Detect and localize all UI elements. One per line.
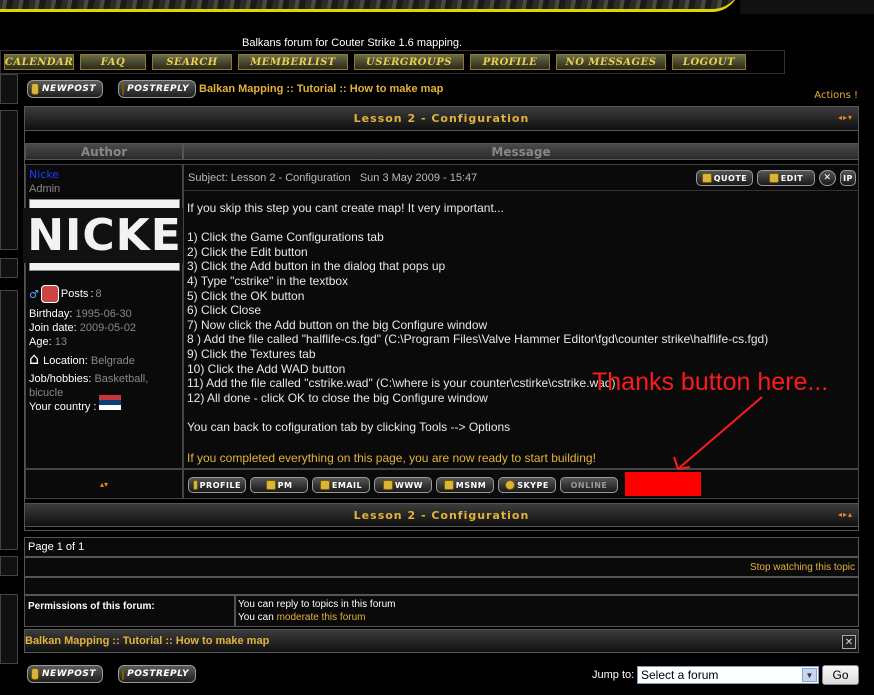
msn-icon	[443, 480, 454, 490]
breadcrumb-link[interactable]: Tutorial	[123, 635, 163, 647]
new-post-button[interactable]: NEWPOST	[27, 80, 103, 98]
profile-button[interactable]: PROFILE	[188, 477, 246, 493]
column-message: Message	[183, 143, 859, 160]
topic-title-bar: Lesson 2 - Configuration ◂▸▾	[25, 107, 858, 131]
delete-button[interactable]: ✕	[819, 170, 836, 186]
email-button[interactable]: EMAIL	[312, 477, 370, 493]
permission-reply: You can reply to topics in this forum	[238, 599, 396, 610]
menu-calendar[interactable]: CALENDAR	[4, 54, 74, 70]
post-footer-note: If you completed everything on this page…	[187, 451, 596, 465]
pm-button[interactable]: PM	[250, 477, 308, 493]
ip-icon: IP	[843, 173, 853, 183]
email-icon	[319, 480, 330, 490]
close-icon: ✕	[823, 173, 832, 183]
menu-memberlist[interactable]: MEMBERLIST	[238, 54, 348, 70]
breadcrumb-link[interactable]: Tutorial	[297, 83, 337, 95]
post-footer-arrows: ▴▾	[25, 469, 183, 499]
scroll-arrows-icon[interactable]: ▴▾	[100, 480, 108, 489]
topic-title-bar-bottom: Lesson 2 - Configuration ◂▸▴	[25, 503, 858, 527]
quote-icon	[701, 173, 712, 183]
msnm-button[interactable]: MSNM	[436, 477, 494, 493]
close-icon[interactable]: ✕	[842, 635, 856, 649]
menu-logout[interactable]: LOGOUT	[672, 54, 746, 70]
chevron-down-icon: ▼	[802, 668, 817, 682]
profile-icon	[193, 480, 198, 490]
pagination: Page 1 of 1	[28, 541, 85, 553]
menu-messages[interactable]: NO MESSAGES	[556, 54, 666, 70]
breadcrumb-link[interactable]: How to make map	[176, 635, 270, 647]
jump-to-label: Jump to:	[592, 669, 635, 681]
moderate-forum-link[interactable]: moderate this forum	[277, 612, 366, 623]
thanks-button-placeholder[interactable]	[625, 472, 701, 496]
stop-watching-link[interactable]: Stop watching this topic	[750, 562, 855, 573]
online-status-badge: ONLINE	[560, 477, 618, 493]
post-reply-button[interactable]: POSTREPLY	[118, 665, 196, 683]
www-button[interactable]: WWW	[374, 477, 432, 493]
edit-button[interactable]: EDIT	[757, 170, 815, 186]
avatar: NICKE	[23, 199, 186, 271]
skype-icon	[505, 480, 516, 490]
ip-button[interactable]: IP	[840, 170, 856, 186]
pm-icon	[265, 480, 276, 490]
skype-button[interactable]: SKYPE	[498, 477, 556, 493]
header-banner	[0, 0, 874, 14]
home-icon	[383, 480, 393, 490]
menu-profile[interactable]: PROFILE	[470, 54, 550, 70]
pagination-bar: Page 1 of 1	[24, 537, 859, 557]
post-reply-button[interactable]: POSTREPLY	[118, 80, 196, 98]
sidebar-stub	[0, 110, 18, 250]
banner-graphic	[0, 0, 740, 12]
column-author: Author	[25, 143, 183, 160]
author-username[interactable]: Nicke	[29, 168, 59, 181]
new-post-icon	[31, 668, 40, 680]
main-menu: CALENDAR FAQ SEARCH MEMBERLIST USERGROUP…	[0, 50, 785, 74]
user-status-icon	[40, 285, 59, 303]
author-panel: Nicke Admin NICKE ♂ Posts: 8 Birthday: 1…	[23, 164, 186, 469]
sidebar-stub	[0, 594, 18, 664]
breadcrumb: Balkan Mapping :: Tutorial :: How to mak…	[25, 635, 270, 647]
new-post-icon	[31, 83, 40, 95]
annotation-text: Thanks button here...	[592, 368, 829, 396]
breadcrumb: Balkan Mapping :: Tutorial :: How to mak…	[199, 83, 444, 95]
breadcrumb-link[interactable]: Balkan Mapping	[25, 635, 109, 647]
menu-search[interactable]: SEARCH	[152, 54, 232, 70]
quote-button[interactable]: QUOTE	[696, 170, 753, 186]
sidebar-stub	[0, 556, 18, 576]
author-rank: Admin	[29, 183, 61, 195]
go-button[interactable]: Go	[822, 665, 859, 685]
site-description: Balkans forum for Couter Strike 1.6 mapp…	[242, 37, 463, 49]
menu-faq[interactable]: FAQ	[80, 54, 146, 70]
breadcrumb-link[interactable]: Balkan Mapping	[199, 83, 283, 95]
permissions-label: Permissions of this forum:	[28, 601, 155, 612]
annotation-arrow	[673, 396, 763, 471]
spacer-row	[24, 577, 859, 595]
gender-icon: ♂	[29, 287, 39, 301]
jump-to-select[interactable]: Select a forum ▼	[637, 666, 819, 684]
sidebar-stub	[0, 258, 18, 278]
reply-icon	[122, 668, 125, 680]
permissions-list: You can reply to topics in this forum Yo…	[235, 595, 859, 627]
permissions-label-cell: Permissions of this forum:	[24, 595, 235, 627]
home-icon: ⌂	[29, 349, 40, 368]
menu-usergroups[interactable]: USERGROUPS	[354, 54, 464, 70]
sidebar-stub	[0, 290, 18, 550]
post-subject: Subject: Lesson 2 - Configuration Sun 3 …	[188, 172, 478, 184]
breadcrumb-link[interactable]: How to make map	[350, 83, 444, 95]
new-post-button[interactable]: NEWPOST	[27, 665, 103, 683]
edit-icon	[768, 173, 779, 183]
actions-link[interactable]: Actions !	[814, 90, 858, 101]
nav-arrows[interactable]: ◂▸▾	[838, 113, 853, 122]
nav-arrows[interactable]: ◂▸▴	[838, 510, 853, 519]
topic-title: Lesson 2 - Configuration	[353, 112, 530, 125]
sidebar-stub	[0, 74, 18, 104]
reply-icon	[122, 83, 125, 95]
serbia-flag-icon	[99, 394, 122, 410]
topic-title: Lesson 2 - Configuration	[353, 508, 530, 522]
watch-bar: Stop watching this topic	[24, 557, 859, 577]
bottom-breadcrumb-bar: Balkan Mapping :: Tutorial :: How to mak…	[24, 629, 859, 653]
